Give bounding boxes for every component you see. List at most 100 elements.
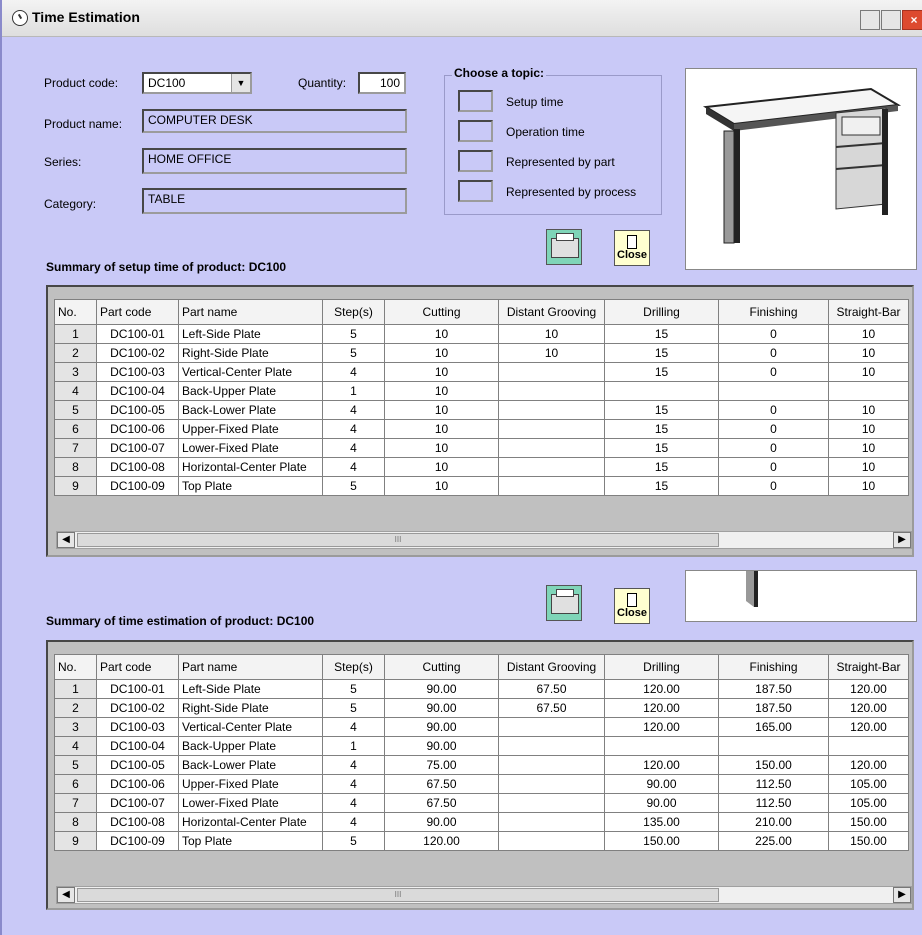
setup-scroll-thumb[interactable]: III (77, 533, 719, 547)
table-cell[interactable]: 15 (604, 457, 719, 477)
table-cell[interactable]: DC100-08 (96, 812, 179, 832)
row-number-cell[interactable]: 9 (54, 476, 97, 496)
topic-setup-time-toggle[interactable] (458, 90, 493, 112)
table-cell[interactable]: Left-Side Plate (178, 679, 323, 699)
table-cell[interactable] (498, 831, 605, 851)
table-row[interactable]: 7 DC100-07 Lower-Fixed Plate 4 10 15 0 10 (54, 438, 909, 458)
table-cell[interactable]: 0 (718, 400, 829, 420)
table-cell[interactable]: Left-Side Plate (178, 324, 323, 344)
table-cell[interactable]: 10 (828, 457, 909, 477)
table-cell[interactable]: 5 (322, 324, 385, 344)
table-cell[interactable]: 10 (384, 419, 499, 439)
table-cell[interactable]: 120.00 (828, 755, 909, 775)
table-cell[interactable] (498, 419, 605, 439)
table-cell[interactable]: 10 (384, 400, 499, 420)
table-cell[interactable]: 67.50 (498, 679, 605, 699)
row-number-cell[interactable]: 6 (54, 774, 97, 794)
table-cell[interactable]: 10 (828, 400, 909, 420)
table-cell[interactable]: DC100-04 (96, 736, 179, 756)
table-cell[interactable]: 4 (322, 362, 385, 382)
topic-operation-time-toggle[interactable] (458, 120, 493, 142)
row-number-cell[interactable]: 4 (54, 381, 97, 401)
table-row[interactable]: 2 DC100-02 Right-Side Plate 5 10 10 15 0 10 (54, 343, 909, 363)
table-row[interactable]: 5 DC100-05 Back-Lower Plate 4 75.00 120.00 150… (54, 755, 909, 775)
table-cell[interactable]: 150.00 (828, 831, 909, 851)
table-row[interactable]: 3 DC100-03 Vertical-Center Plate 4 10 15 0 10 (54, 362, 909, 382)
table-cell[interactable]: 0 (718, 343, 829, 363)
table-cell[interactable]: 4 (322, 438, 385, 458)
print-estimation-button[interactable] (546, 585, 582, 621)
title-bar[interactable]: Time Estimation × (2, 0, 922, 37)
row-number-cell[interactable]: 7 (54, 438, 97, 458)
table-cell[interactable] (498, 400, 605, 420)
table-cell[interactable]: 15 (604, 419, 719, 439)
table-cell[interactable]: 10 (828, 324, 909, 344)
row-number-cell[interactable]: 1 (54, 324, 97, 344)
setup-horizontal-scrollbar[interactable]: ◀ III ▶ (56, 531, 912, 549)
table-cell[interactable]: 10 (384, 476, 499, 496)
table-cell[interactable]: Right-Side Plate (178, 343, 323, 363)
table-cell[interactable]: 67.50 (384, 774, 499, 794)
table-cell[interactable]: Right-Side Plate (178, 698, 323, 718)
table-cell[interactable]: DC100-07 (96, 793, 179, 813)
table-cell[interactable] (498, 755, 605, 775)
table-cell[interactable]: 10 (828, 419, 909, 439)
table-cell[interactable]: 120.00 (604, 679, 719, 699)
column-header[interactable]: Finishing (718, 654, 829, 680)
table-cell[interactable]: DC100-09 (96, 831, 179, 851)
table-cell[interactable]: DC100-09 (96, 476, 179, 496)
table-cell[interactable]: DC100-07 (96, 438, 179, 458)
table-cell[interactable]: DC100-02 (96, 343, 179, 363)
column-header[interactable]: No. (54, 299, 97, 325)
table-cell[interactable]: 187.50 (718, 698, 829, 718)
table-cell[interactable]: 10 (828, 476, 909, 496)
table-cell[interactable]: 75.00 (384, 755, 499, 775)
table-row[interactable]: 2 DC100-02 Right-Side Plate 5 90.00 67.50 120.… (54, 698, 909, 718)
table-cell[interactable]: 15 (604, 400, 719, 420)
table-cell[interactable]: Back-Lower Plate (178, 755, 323, 775)
table-cell[interactable]: 0 (718, 419, 829, 439)
table-cell[interactable] (498, 438, 605, 458)
column-header[interactable]: Step(s) (322, 299, 385, 325)
table-cell[interactable]: DC100-02 (96, 698, 179, 718)
table-cell[interactable]: DC100-03 (96, 362, 179, 382)
table-cell[interactable]: 120.00 (604, 717, 719, 737)
row-number-cell[interactable]: 4 (54, 736, 97, 756)
table-cell[interactable]: Back-Upper Plate (178, 381, 323, 401)
column-header[interactable]: Part name (178, 299, 323, 325)
table-cell[interactable]: 10 (384, 324, 499, 344)
table-cell[interactable]: 4 (322, 812, 385, 832)
column-header[interactable]: Cutting (384, 299, 499, 325)
table-cell[interactable]: 90.00 (384, 736, 499, 756)
table-row[interactable]: 6 DC100-06 Upper-Fixed Plate 4 10 15 0 10 (54, 419, 909, 439)
table-cell[interactable]: 120.00 (604, 755, 719, 775)
column-header[interactable]: Step(s) (322, 654, 385, 680)
table-cell[interactable]: 15 (604, 438, 719, 458)
column-header[interactable]: Straight-Bar (828, 299, 909, 325)
table-cell[interactable]: 15 (604, 362, 719, 382)
quantity-field[interactable]: 100 (358, 72, 406, 94)
table-cell[interactable]: Top Plate (178, 831, 323, 851)
table-cell[interactable]: 10 (384, 343, 499, 363)
table-cell[interactable] (498, 793, 605, 813)
table-cell[interactable]: DC100-01 (96, 324, 179, 344)
table-cell[interactable]: 15 (604, 476, 719, 496)
table-cell[interactable]: Lower-Fixed Plate (178, 793, 323, 813)
table-cell[interactable]: 90.00 (384, 679, 499, 699)
column-header[interactable]: Part name (178, 654, 323, 680)
row-number-cell[interactable]: 6 (54, 419, 97, 439)
scroll-left-icon[interactable]: ◀ (57, 532, 75, 548)
table-cell[interactable]: 5 (322, 698, 385, 718)
table-cell[interactable]: 187.50 (718, 679, 829, 699)
row-number-cell[interactable]: 7 (54, 793, 97, 813)
table-cell[interactable]: 10 (384, 381, 499, 401)
table-row[interactable]: 1 DC100-01 Left-Side Plate 5 90.00 67.50 120.0… (54, 679, 909, 699)
table-cell[interactable]: 90.00 (384, 698, 499, 718)
estimation-horizontal-scrollbar[interactable]: ◀ III ▶ (56, 886, 912, 904)
table-cell[interactable]: 90.00 (384, 812, 499, 832)
table-cell[interactable]: DC100-03 (96, 717, 179, 737)
table-cell[interactable] (828, 381, 909, 401)
column-header[interactable]: Drilling (604, 654, 719, 680)
table-cell[interactable]: 5 (322, 343, 385, 363)
row-number-cell[interactable]: 3 (54, 362, 97, 382)
